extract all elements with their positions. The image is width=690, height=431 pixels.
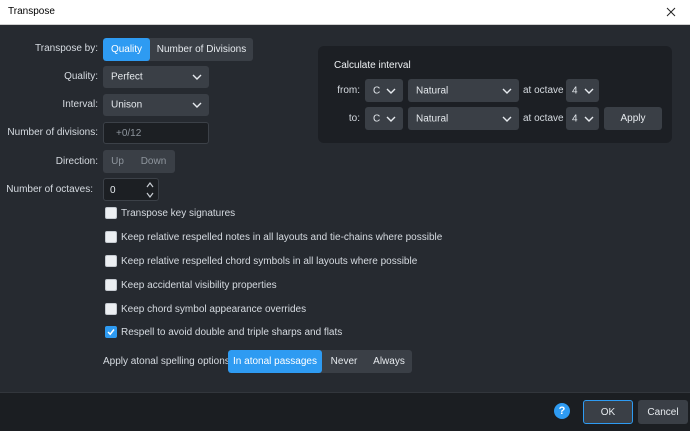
to-note-dropdown[interactable]: C	[365, 107, 403, 130]
to-octave-value: 4	[572, 113, 578, 124]
to-at-octave-label: at octave	[523, 113, 564, 124]
to-note-value: C	[373, 113, 381, 124]
ok-button[interactable]: OK	[583, 400, 633, 424]
checkbox[interactable]	[105, 255, 117, 267]
chevron-down-icon	[192, 74, 202, 80]
checkbox-row[interactable]: Keep accidental visibility properties	[105, 278, 277, 292]
from-at-octave-label: at octave	[523, 85, 564, 96]
title-bar: Transpose	[0, 0, 690, 25]
from-label: from:	[337, 85, 360, 96]
chevron-down-icon	[386, 116, 396, 122]
interval-dropdown[interactable]: Unison	[103, 94, 209, 116]
chevron-down-icon	[584, 88, 594, 94]
transpose-by-toggle: Quality Number of Divisions	[103, 38, 253, 61]
checkbox[interactable]	[105, 207, 117, 219]
window-title: Transpose	[8, 6, 55, 17]
transpose-by-quality-option[interactable]: Quality	[103, 38, 150, 61]
chevron-down-icon	[192, 102, 202, 108]
transpose-by-divisions-option[interactable]: Number of Divisions	[150, 38, 253, 61]
atonal-option-always[interactable]: Always	[366, 350, 412, 373]
number-of-octaves-label: Number of octaves:	[6, 184, 93, 195]
atonal-spelling-label: Apply atonal spelling options:	[103, 356, 233, 367]
quality-value: Perfect	[111, 71, 143, 83]
chevron-down-icon	[584, 116, 594, 122]
checkbox[interactable]	[105, 279, 117, 291]
direction-toggle: Up Down	[103, 150, 175, 173]
atonal-spelling-toggle: In atonal passages Never Always	[228, 350, 412, 373]
from-octave-value: 4	[572, 85, 578, 96]
checkbox-label: Transpose key signatures	[121, 207, 236, 219]
from-note-dropdown[interactable]: C	[365, 79, 403, 102]
atonal-option-in-atonal-passages[interactable]: In atonal passages	[228, 350, 322, 373]
from-octave-dropdown[interactable]: 4	[566, 79, 599, 102]
checkbox-label: Keep chord symbol appearance overrides	[121, 303, 307, 315]
help-icon[interactable]: ?	[554, 403, 570, 419]
chevron-down-icon	[502, 116, 512, 122]
direction-down-option[interactable]: Down	[132, 150, 175, 173]
direction-label: Direction:	[55, 156, 98, 167]
spin-up-icon[interactable]	[146, 182, 154, 188]
checkbox-row[interactable]: Transpose key signatures	[105, 206, 235, 220]
quality-label: Quality:	[64, 71, 98, 82]
number-of-divisions-field[interactable]: +0/12	[103, 122, 209, 144]
to-accidental-value: Natural	[416, 113, 449, 124]
calculate-interval-title: Calculate interval	[334, 60, 411, 71]
number-of-divisions-label: Number of divisions:	[7, 127, 98, 138]
from-accidental-value: Natural	[416, 85, 449, 96]
atonal-option-never[interactable]: Never	[322, 350, 366, 373]
checkbox-row[interactable]: Keep relative respelled notes in all lay…	[105, 230, 442, 244]
to-octave-dropdown[interactable]: 4	[566, 107, 599, 130]
checkbox-label: Keep relative respelled chord symbols in…	[121, 255, 418, 267]
quality-dropdown[interactable]: Perfect	[103, 66, 209, 88]
checkbox[interactable]	[105, 231, 117, 243]
from-accidental-dropdown[interactable]: Natural	[408, 79, 519, 102]
checkbox-row[interactable]: Keep chord symbol appearance overrides	[105, 302, 306, 316]
checkmark-icon	[107, 329, 115, 336]
chevron-down-icon	[386, 88, 396, 94]
checkbox-label: Respell to avoid double and triple sharp…	[121, 326, 343, 338]
octaves-value: 0	[110, 185, 116, 196]
number-of-divisions-placeholder: +0/12	[116, 128, 142, 139]
checkbox[interactable]	[105, 303, 117, 315]
chevron-down-icon	[502, 88, 512, 94]
checkbox-label: Keep relative respelled notes in all lay…	[121, 231, 443, 243]
close-icon	[666, 7, 676, 17]
checkbox-checked[interactable]	[105, 326, 117, 338]
from-note-value: C	[373, 85, 381, 96]
interval-value: Unison	[111, 99, 143, 111]
checkbox-row[interactable]: Respell to avoid double and triple sharp…	[105, 325, 342, 339]
direction-up-option[interactable]: Up	[103, 150, 132, 173]
checkbox-row[interactable]: Keep relative respelled chord symbols in…	[105, 254, 417, 268]
close-window-button[interactable]	[652, 0, 690, 24]
number-of-octaves-spinner[interactable]: 0	[103, 178, 159, 201]
to-accidental-dropdown[interactable]: Natural	[408, 107, 519, 130]
apply-button[interactable]: Apply	[604, 107, 662, 130]
spin-down-icon[interactable]	[146, 192, 154, 198]
to-label: to:	[348, 113, 360, 124]
cancel-button[interactable]: Cancel	[638, 400, 688, 424]
transpose-by-label: Transpose by:	[35, 43, 98, 54]
checkbox-label: Keep accidental visibility properties	[121, 279, 277, 291]
interval-label: Interval:	[62, 99, 98, 110]
